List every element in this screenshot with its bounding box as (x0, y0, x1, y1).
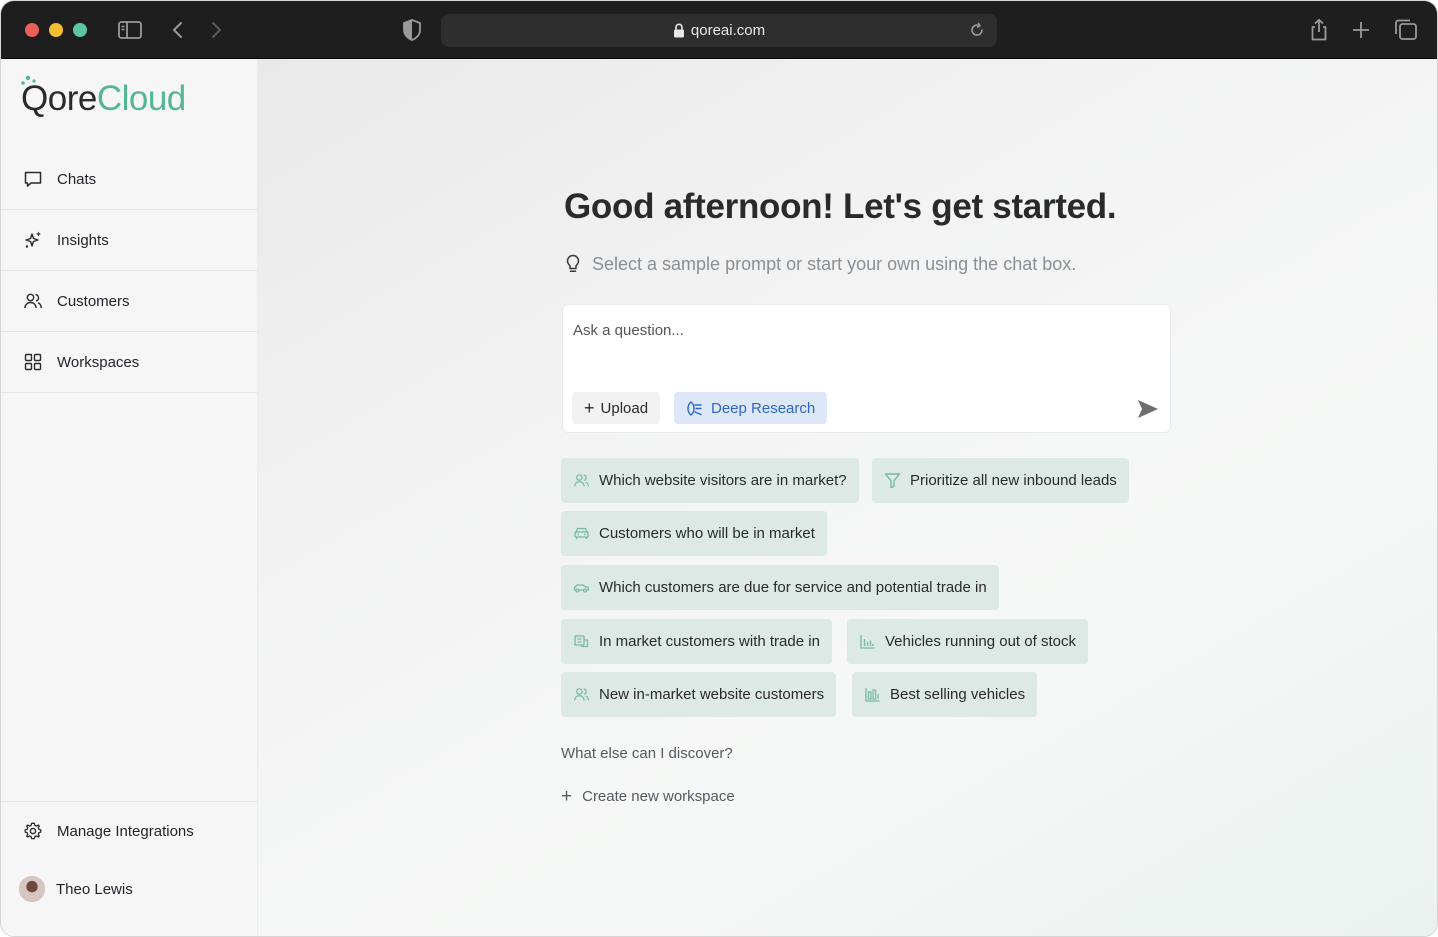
upload-label: Upload (600, 399, 649, 417)
prompt-chip-label: Which customers are due for service and … (599, 579, 987, 596)
page-subtitle: Select a sample prompt or start your own… (564, 253, 1076, 275)
sidebar-item-customers[interactable]: Customers (1, 271, 258, 332)
chat-box: + Upload Deep Research (562, 304, 1171, 433)
logo-dots-icon (21, 75, 36, 85)
tab-overview-icon[interactable] (1393, 17, 1419, 43)
sidebar-footer: Manage Integrations Theo Lewis (1, 801, 258, 918)
prompt-chip-label: Customers who will be in market (599, 525, 815, 542)
lock-icon (673, 23, 685, 38)
create-workspace-label: Create new workspace (582, 788, 735, 805)
back-icon[interactable] (169, 17, 187, 43)
sidebar-item-label: Customers (57, 292, 130, 310)
prompt-chip-label: Prioritize all new inbound leads (910, 472, 1117, 489)
prompt-chip[interactable]: New in-market website customers (561, 672, 837, 717)
reload-icon[interactable] (969, 22, 985, 42)
grid-icon (23, 352, 43, 372)
new-tab-icon[interactable] (1351, 17, 1371, 43)
minimize-window-button[interactable] (49, 23, 63, 37)
page-title: Good afternoon! Let's get started. (564, 187, 1117, 226)
lightbulb-icon (564, 253, 582, 275)
share-icon[interactable] (1308, 17, 1330, 43)
prompt-chip[interactable]: Which website visitors are in market? (561, 458, 859, 503)
user-profile-button[interactable]: Theo Lewis (1, 860, 258, 918)
prompt-chip[interactable]: Which customers are due for service and … (561, 565, 999, 610)
send-button[interactable] (1136, 398, 1160, 420)
car-side-icon (573, 579, 590, 596)
send-icon (1138, 400, 1158, 418)
deep-research-label: Deep Research (711, 399, 816, 417)
research-icon (686, 400, 703, 417)
sidebar-item-label: Chats (57, 170, 97, 188)
bar-chart-icon (859, 633, 876, 650)
deep-research-button[interactable]: Deep Research (674, 392, 828, 424)
avatar (19, 876, 45, 902)
sidebar-item-label: Workspaces (57, 353, 140, 371)
sparkles-icon (23, 230, 43, 250)
plus-icon: + (561, 786, 573, 807)
gear-icon (23, 821, 43, 841)
prompt-chip[interactable]: Vehicles running out of stock (847, 619, 1088, 664)
users-icon (573, 686, 590, 703)
sidebar: Qore Cloud Chats Insights Customers Work… (1, 59, 258, 936)
sidebar-toggle-icon[interactable] (117, 17, 143, 43)
create-workspace-button[interactable]: + Create new workspace (561, 787, 735, 806)
sidebar-nav: Chats Insights Customers Workspaces (1, 149, 258, 393)
prompt-chip[interactable]: Prioritize all new inbound leads (872, 458, 1129, 503)
logo-wordmark-accent: Cloud (96, 79, 186, 118)
plus-icon: + (584, 398, 595, 418)
users-icon (23, 291, 43, 311)
manage-integrations-button[interactable]: Manage Integrations (1, 802, 258, 860)
main-content: Good afternoon! Let's get started. Selec… (258, 59, 1437, 936)
sidebar-item-insights[interactable]: Insights (1, 210, 258, 271)
browser-window: qoreai.com Qore Cloud Chats Insights Cus… (0, 0, 1438, 937)
prompt-chip-label: Best selling vehicles (890, 686, 1026, 703)
manage-integrations-label: Manage Integrations (57, 822, 194, 840)
bar-chart-icon (864, 686, 881, 703)
forward-icon[interactable] (207, 17, 225, 43)
logo[interactable]: Qore Cloud (21, 75, 186, 121)
privacy-shield-icon[interactable] (401, 17, 423, 43)
address-bar[interactable]: qoreai.com (441, 14, 997, 47)
prompt-chip-label: In market customers with trade in (599, 633, 820, 650)
prompt-chip-label: Which website visitors are in market? (599, 472, 847, 489)
discover-heading: What else can I discover? (561, 745, 733, 762)
page-subtitle-text: Select a sample prompt or start your own… (592, 253, 1077, 274)
users-icon (573, 472, 590, 489)
browser-toolbar: qoreai.com (1, 1, 1437, 59)
trade-in-icon (573, 633, 590, 650)
maximize-window-button[interactable] (73, 23, 87, 37)
prompt-chip[interactable]: Best selling vehicles (852, 672, 1038, 717)
upload-button[interactable]: + Upload (572, 392, 661, 424)
chat-input[interactable] (573, 315, 1133, 345)
prompt-chip[interactable]: In market customers with trade in (561, 619, 832, 664)
prompt-chip-label: New in-market website customers (599, 686, 825, 703)
user-name: Theo Lewis (56, 880, 133, 898)
filter-icon (884, 472, 901, 489)
sidebar-item-workspaces[interactable]: Workspaces (1, 332, 258, 393)
prompt-chip-label: Vehicles running out of stock (885, 633, 1076, 650)
chat-bubble-icon (23, 169, 43, 189)
car-icon (573, 525, 590, 542)
close-window-button[interactable] (25, 23, 39, 37)
sidebar-item-chats[interactable]: Chats (1, 149, 258, 210)
prompt-chip[interactable]: Customers who will be in market (561, 511, 827, 556)
url-text: qoreai.com (690, 22, 766, 39)
sidebar-item-label: Insights (57, 231, 109, 249)
